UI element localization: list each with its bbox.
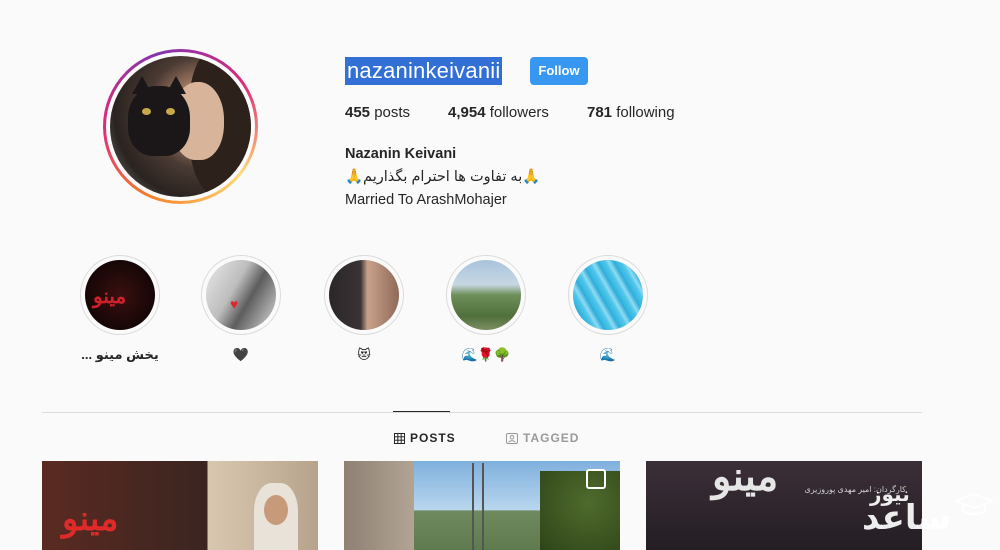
following-stat[interactable]: 781 following xyxy=(587,104,675,121)
highlight-cover xyxy=(329,260,399,330)
tabs-divider xyxy=(42,412,922,413)
posts-label: posts xyxy=(374,104,411,121)
post-thumbnail[interactable] xyxy=(344,461,620,550)
bio-line-married: Married To ArashMohajer xyxy=(345,192,507,208)
highlight-nature[interactable]: 🌊🌹🌳 xyxy=(416,255,556,363)
highlight-ring xyxy=(324,255,404,335)
post-title-text: مینو xyxy=(712,461,779,500)
highlight-cover: ♥ xyxy=(206,260,276,330)
bio-line-persian: 🙏به تفاوت ها احترام بگذاریم🙏 xyxy=(345,169,541,185)
highlight-cover-text: مینو xyxy=(93,284,127,308)
highlight-label: 🌊🌹🌳 xyxy=(461,347,511,362)
highlight-heart[interactable]: ♥ 🖤 xyxy=(171,255,311,363)
highlight-mino[interactable]: مینو ... یخش مینو xyxy=(50,255,190,363)
post-person-face xyxy=(264,495,288,525)
profile-username: nazaninkeivanii xyxy=(345,57,503,85)
highlight-cover xyxy=(573,260,643,330)
heart-icon: ♥ xyxy=(230,296,239,312)
highlight-label: 🌊 xyxy=(599,347,617,362)
grid-icon xyxy=(394,432,405,444)
profile-bio: Nazanin Keivani 🙏به تفاوت ها احترام بگذا… xyxy=(345,143,540,212)
watermark-main-text: ساعد xyxy=(862,498,952,538)
post-tree xyxy=(540,471,620,550)
highlight-ring: مینو xyxy=(80,255,160,335)
highlight-ring xyxy=(568,255,648,335)
cat-eye xyxy=(166,108,175,115)
highlight-wave[interactable]: 🌊 xyxy=(538,255,678,363)
highlight-label: ... یخش مینو xyxy=(81,347,159,362)
tab-posts-label: POSTS xyxy=(410,431,456,445)
profile-avatar-ring[interactable] xyxy=(103,49,258,204)
highlight-label: 😻 xyxy=(357,347,371,362)
highlight-ring xyxy=(446,255,526,335)
posts-count: 455 xyxy=(345,104,371,121)
tab-tagged-label: TAGGED xyxy=(523,431,580,445)
post-thumbnail[interactable]: مینو xyxy=(42,461,318,550)
profile-avatar[interactable] xyxy=(110,56,251,197)
cat-eye xyxy=(142,108,151,115)
post-pylon xyxy=(472,463,474,550)
followers-count: 4,954 xyxy=(448,104,486,121)
post-title-text: مینو xyxy=(62,499,119,539)
tab-tagged[interactable]: TAGGED xyxy=(506,431,579,445)
post-building xyxy=(344,461,414,550)
graduation-cap-icon xyxy=(954,492,994,515)
following-label: following xyxy=(616,104,675,121)
highlight-ring: ♥ xyxy=(201,255,281,335)
follow-button[interactable]: Follow xyxy=(530,57,588,85)
followers-label: followers xyxy=(489,104,549,121)
avatar-cat xyxy=(128,76,190,156)
posts-stat[interactable]: 455 posts xyxy=(345,104,410,121)
highlight-cover xyxy=(451,260,521,330)
tagged-user-icon xyxy=(506,432,518,444)
post-pylon xyxy=(482,463,484,550)
tab-posts[interactable]: POSTS xyxy=(394,431,456,445)
active-tab-indicator xyxy=(393,411,450,412)
followers-stat[interactable]: 4,954 followers xyxy=(448,104,549,121)
carousel-icon xyxy=(586,469,606,489)
profile-full-name: Nazanin Keivani xyxy=(345,146,457,162)
watermark-logo: نیوز ساعد xyxy=(862,478,1000,550)
highlight-cover: مینو xyxy=(85,260,155,330)
following-count: 781 xyxy=(587,104,613,121)
highlight-cat[interactable]: 😻 xyxy=(294,255,434,363)
highlight-label: 🖤 xyxy=(232,347,250,362)
